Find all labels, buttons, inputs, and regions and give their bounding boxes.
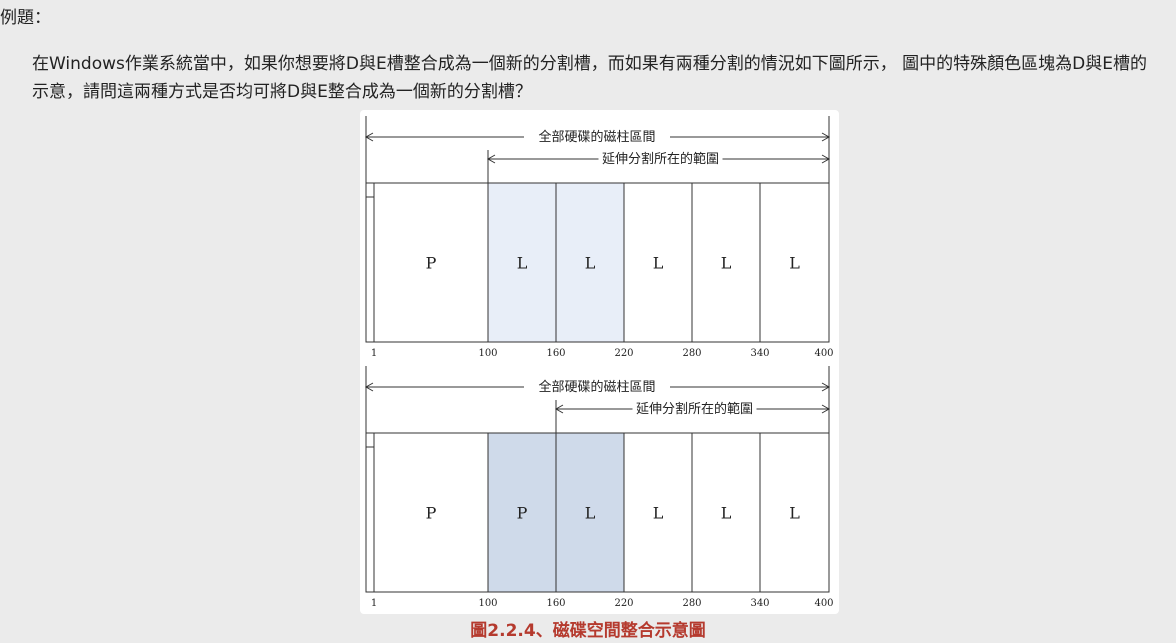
diagram-2-tick-label-6: 340 bbox=[750, 598, 769, 609]
diagram-1-tick-label-6: 340 bbox=[750, 348, 769, 359]
example-heading: 例題： bbox=[0, 8, 51, 28]
figure-caption: 圖2.2.4、磁碟空間整合示意圖 bbox=[470, 621, 706, 641]
partition-figure: 全部硬碟的磁柱區間 延伸分割所在的範圍 P L L L L L 1 100 160 220 280 340… bbox=[360, 110, 839, 614]
diagram-1-tick-label-3: 160 bbox=[546, 348, 565, 359]
diagram-2-cell-label-1: P bbox=[426, 504, 437, 523]
diagram-1-tick-label-5: 280 bbox=[682, 348, 701, 359]
diagram-1-tick-label-1: 1 bbox=[371, 348, 377, 359]
diagram-2-cell-label-5: L bbox=[721, 504, 732, 523]
diagram-1-cell-label-3: L bbox=[585, 254, 596, 273]
diagram-2-tick-label-5: 280 bbox=[682, 598, 701, 609]
diagram-1-tick-label-7: 400 bbox=[814, 348, 833, 359]
diagram-2-tick-label-1: 1 bbox=[371, 598, 377, 609]
diagram-2-cell-label-6: L bbox=[789, 504, 800, 523]
diagram-1-total-span-label: 全部硬碟的磁柱區間 bbox=[538, 129, 655, 145]
diagram-2-tick-label-4: 220 bbox=[614, 598, 633, 609]
diagram-1-cell-label-2: L bbox=[517, 254, 528, 273]
question-text: 在Windows作業系統當中，如果你想要將D與E槽整合成為一個新的分割槽，而如果… bbox=[32, 54, 1147, 102]
diagram-1-cell-label-5: L bbox=[721, 254, 732, 273]
diagram-1-cell-label-6: L bbox=[789, 254, 800, 273]
diagram-2-tick-label-3: 160 bbox=[546, 598, 565, 609]
diagram-1-cell-label-1: P bbox=[426, 254, 437, 273]
diagram-1-tick-label-2: 100 bbox=[478, 348, 497, 359]
diagram-2-cell-label-4: L bbox=[653, 504, 664, 523]
diagram-1-cell-label-4: L bbox=[653, 254, 664, 273]
diagram-2-total-span-label: 全部硬碟的磁柱區間 bbox=[538, 379, 655, 395]
diagram-2-tick-label-2: 100 bbox=[478, 598, 497, 609]
diagram-2-cell-label-3: L bbox=[585, 504, 596, 523]
diagram-2-extended-span-label: 延伸分割所在的範圍 bbox=[636, 401, 753, 417]
diagram-2-tick-label-7: 400 bbox=[814, 598, 833, 609]
diagram-2-cell-label-2: P bbox=[517, 504, 528, 523]
partition-diagrams: 全部硬碟的磁柱區間延伸分割所在的範圍P L L L L L1 100 160 220 280 340… bbox=[364, 116, 834, 609]
diagram-1-extended-span-label: 延伸分割所在的範圍 bbox=[602, 151, 719, 167]
diagram-1-tick-label-4: 220 bbox=[614, 348, 633, 359]
